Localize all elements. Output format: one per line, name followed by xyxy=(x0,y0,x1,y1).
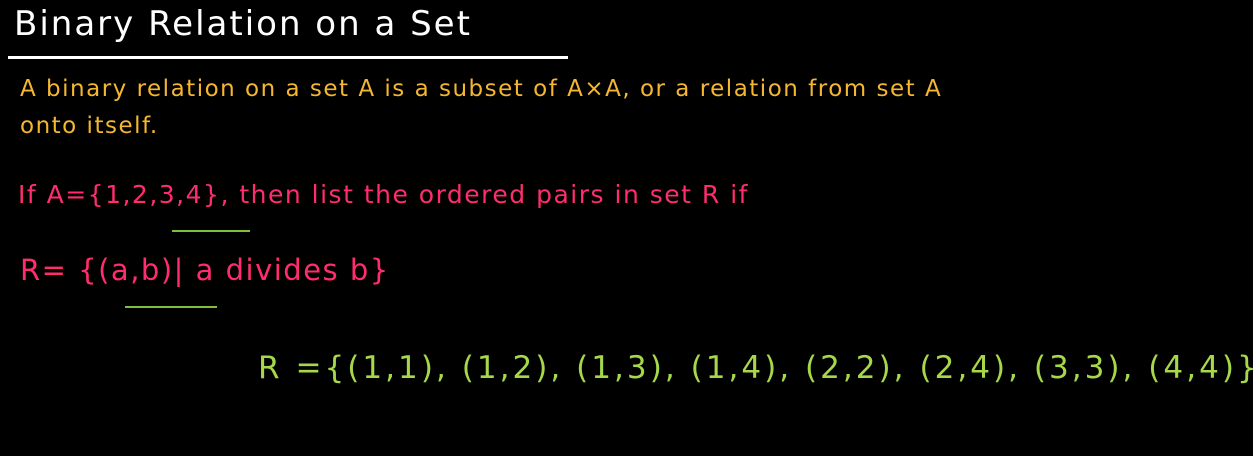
page-title: Binary Relation on a Set xyxy=(14,4,472,44)
question-line-2: R= {(a,b)| a divides b} xyxy=(20,253,390,287)
title-underline xyxy=(8,56,568,59)
set-a-underline xyxy=(172,230,250,232)
question-line-1: If A={1,2,3,4}, then list the ordered pa… xyxy=(18,180,749,209)
answer-set: R ={(1,1), (1,2), (1,3), (1,4), (2,2), (… xyxy=(258,350,1253,386)
pair-underline xyxy=(125,306,217,308)
definition-line-2: onto itself. xyxy=(20,113,159,139)
whiteboard: Binary Relation on a Set A binary relati… xyxy=(0,0,1253,456)
definition-line-1: A binary relation on a set A is a subset… xyxy=(20,76,943,102)
